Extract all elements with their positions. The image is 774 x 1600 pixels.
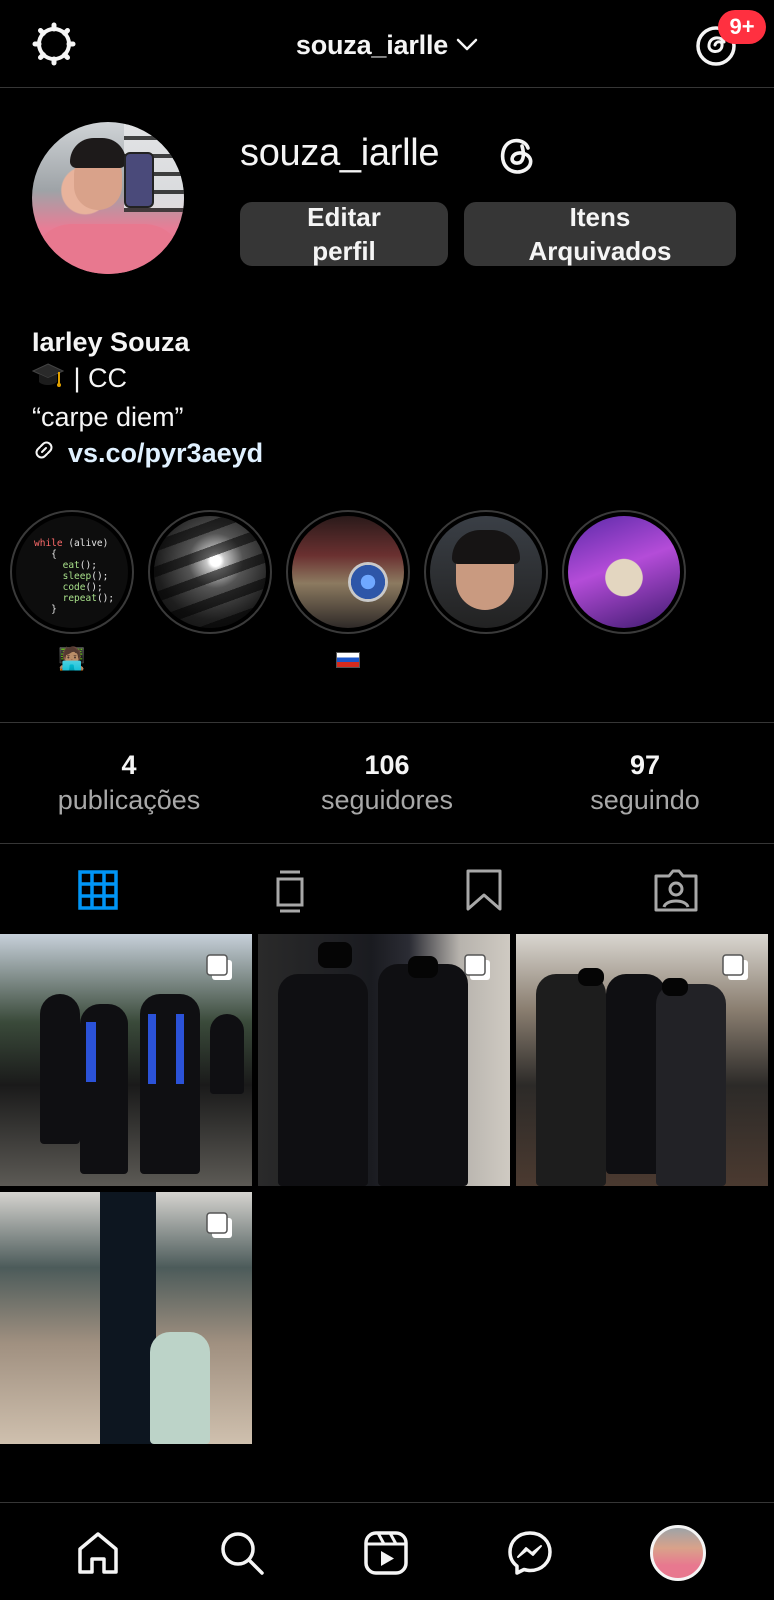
highlight-label: 🧑🏽‍💻 (58, 646, 86, 671)
carousel-icon (204, 952, 234, 982)
post-thumbnail[interactable] (0, 934, 252, 1186)
followers-label: seguidores (320, 785, 454, 815)
bio-line-1: | CC (31, 360, 263, 399)
top-bar: souza_iarlle 9+ (0, 0, 774, 88)
archived-line1: Itens (569, 202, 631, 232)
profile-username: souza_iarlle (240, 132, 440, 174)
tab-guides[interactable] (266, 866, 314, 914)
post-thumbnail[interactable] (0, 1192, 252, 1444)
profile-stats: 4 publicações 106 seguidores 97 seguindo (0, 722, 774, 844)
archived-line2: Arquivados (528, 236, 672, 266)
bio-line-2: “carpe diem” (32, 402, 184, 433)
threads-icon[interactable] (494, 132, 540, 178)
tab-tagged[interactable] (652, 866, 700, 914)
profile-tab-avatar[interactable] (650, 1525, 706, 1581)
graduation-cap-icon (31, 360, 66, 399)
account-switcher[interactable]: souza_iarlle (0, 30, 774, 61)
post-thumbnail[interactable] (258, 934, 510, 1186)
posts-label: publicações (57, 785, 201, 815)
highlight-label (424, 646, 548, 674)
highlight-label (286, 646, 410, 674)
highlight-item[interactable] (562, 510, 686, 674)
reels-icon[interactable] (362, 1529, 410, 1577)
highlight-label (148, 646, 272, 674)
selfie-picture (430, 516, 542, 628)
bottom-navigation (0, 1502, 774, 1600)
post-thumbnail[interactable] (516, 934, 768, 1186)
guides-icon (276, 870, 304, 913)
messenger-icon[interactable] (506, 1529, 554, 1577)
bio-link-row[interactable]: vs.co/pyr3aeyd (32, 435, 263, 471)
bio-line-1-text: | CC (66, 363, 128, 393)
followers-count[interactable]: 106 seguidores (258, 749, 516, 819)
carousel-icon (204, 1210, 234, 1240)
tab-saved[interactable] (460, 866, 508, 914)
bio-link[interactable]: vs.co/pyr3aeyd (68, 435, 263, 471)
bio: Iarley Souza | CC “carpe diem” vs.co/pyr… (31, 324, 263, 471)
archived-items-button[interactable]: Itens Arquivados (464, 202, 736, 266)
tab-grid[interactable] (74, 866, 122, 914)
carousel-icon (462, 952, 492, 982)
account-username: souza_iarlle (295, 30, 449, 60)
edit-profile-line1: Editar (307, 202, 381, 232)
following-label: seguindo (590, 785, 700, 815)
chevron-down-icon (456, 28, 478, 59)
carousel-icon (720, 952, 750, 982)
edit-profile-button[interactable]: Editar perfil (240, 202, 448, 266)
game-picture (568, 516, 680, 628)
notification-badge: 9+ (718, 10, 766, 44)
grid-icon (78, 870, 118, 910)
car-picture (292, 516, 404, 628)
highlight-label (562, 646, 686, 674)
highlight-item[interactable] (424, 510, 548, 674)
posts-count[interactable]: 4 publicações (0, 749, 258, 819)
profile-avatar[interactable] (32, 122, 184, 274)
highlight-item[interactable] (148, 510, 272, 674)
story-highlights: while (alive) { eat(); sleep(); code(); … (10, 510, 770, 680)
edit-profile-line2: perfil (312, 236, 376, 266)
code-picture: while (alive) { eat(); sleep(); code(); … (16, 516, 128, 628)
posts-number: 4 (121, 750, 137, 780)
search-icon[interactable] (218, 1529, 266, 1577)
home-icon[interactable] (74, 1529, 122, 1577)
highlight-item[interactable]: while (alive) { eat(); sleep(); code(); … (10, 510, 134, 674)
following-number: 97 (629, 750, 661, 780)
followers-number: 106 (364, 750, 410, 780)
highlight-item[interactable] (286, 510, 410, 674)
tagged-icon (654, 869, 698, 912)
profile-full-name: Iarley Souza (32, 327, 190, 357)
following-count[interactable]: 97 seguindo (516, 749, 774, 819)
russia-flag-icon (336, 652, 360, 669)
profile-tabs (0, 846, 774, 934)
link-icon (32, 435, 56, 471)
saved-icon (466, 869, 502, 911)
moon-picture (154, 516, 266, 628)
